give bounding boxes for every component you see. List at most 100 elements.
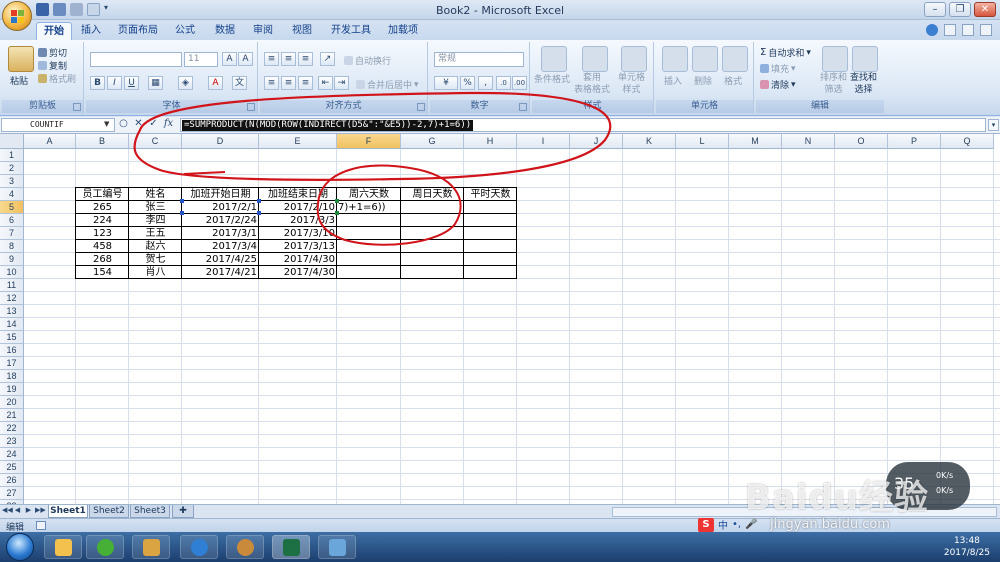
table-cell[interactable]: 王五 [129,227,182,240]
percent-button[interactable]: % [460,76,475,90]
tab-addins[interactable]: 加载项 [383,22,423,40]
table-cell[interactable]: 2017/3/10 [259,227,337,240]
align-middle-button[interactable]: ≡ [281,52,296,66]
delete-cells-icon[interactable] [692,46,718,72]
paste-icon[interactable] [8,46,34,72]
paste-button[interactable]: 粘贴 [10,74,28,87]
table-cell[interactable]: 赵六 [129,240,182,253]
row-header-10[interactable]: 10 [0,266,24,279]
taskbar-explorer[interactable] [132,535,170,559]
decrease-decimal-button[interactable]: .00 [512,76,527,90]
cell-styles-button[interactable]: 单元格 样式 [618,72,645,96]
first-sheet-icon[interactable]: ◀◀ [2,506,13,514]
bold-button[interactable]: B [90,76,105,90]
table-cell[interactable]: 2017/3/13 [259,240,337,253]
range-handle[interactable] [180,199,184,203]
table-cell[interactable]: 2017/3/3 [259,214,337,227]
table-header-cell[interactable]: 员工编号 [76,188,129,201]
table-cell[interactable]: 458 [76,240,129,253]
font-launcher[interactable] [247,103,255,111]
name-box-dropdown-icon[interactable]: ▼ [104,120,109,128]
wrap-text-button[interactable]: 自动换行 [344,54,391,67]
table-header-cell[interactable]: 姓名 [129,188,182,201]
tab-view[interactable]: 视图 [287,22,317,40]
column-header-G[interactable]: G [401,134,464,149]
row-header-1[interactable]: 1 [0,149,24,162]
tab-insert[interactable]: 插入 [76,22,106,40]
insert-function-button[interactable]: fx [162,118,175,129]
font-size-combo[interactable]: 11 [184,52,218,67]
sogou-icon[interactable]: S [698,517,714,532]
cancel-icon[interactable]: ✕ [132,118,145,129]
table-cell[interactable]: 268 [76,253,129,266]
column-header-K[interactable]: K [623,134,676,149]
sheet-tab-3[interactable]: Sheet3 [130,505,170,518]
row-header-2[interactable]: 2 [0,162,24,175]
font-name-combo[interactable] [90,52,182,67]
taskbar-app[interactable] [318,535,356,559]
ime-mode[interactable]: 中 [718,517,728,532]
currency-button[interactable]: ¥ [434,76,458,90]
table-cell[interactable]: 2017/2/1 [182,201,259,214]
ribbon-close-icon[interactable] [980,24,992,36]
row-header-23[interactable]: 23 [0,435,24,448]
phonetic-button[interactable]: 文 [232,76,247,90]
number-launcher[interactable] [519,103,527,111]
minimize-button[interactable]: – [924,2,946,17]
column-header-D[interactable]: D [182,134,259,149]
office-button[interactable] [2,1,32,31]
table-cell[interactable]: 2017/3/4 [182,240,259,253]
format-as-table-icon[interactable] [582,46,608,72]
row-header-19[interactable]: 19 [0,383,24,396]
name-box[interactable]: COUNTIF [1,118,115,132]
insert-sheet-icon[interactable]: ✚ [172,505,194,518]
table-cell[interactable]: 肖八 [129,266,182,279]
column-header-L[interactable]: L [676,134,729,149]
row-header-11[interactable]: 11 [0,279,24,292]
ime-punct-icon[interactable]: •, [732,519,741,530]
row-header-25[interactable]: 25 [0,461,24,474]
sheet-tab-2[interactable]: Sheet2 [89,505,129,518]
table-cell[interactable]: 265 [76,201,129,214]
format-painter-button[interactable]: 格式刷 [38,72,76,85]
table-cell[interactable]: 2017/4/30 [259,253,337,266]
column-header-C[interactable]: C [129,134,182,149]
conditional-format-icon[interactable] [541,46,567,72]
column-header-F[interactable]: F [337,134,401,149]
grow-font-button[interactable]: A [222,52,237,66]
select-all-corner[interactable] [0,134,24,149]
column-header-B[interactable]: B [76,134,129,149]
column-header-H[interactable]: H [464,134,517,149]
row-header-21[interactable]: 21 [0,409,24,422]
row-header-12[interactable]: 12 [0,292,24,305]
table-cell[interactable]: 2017/3/1 [182,227,259,240]
borders-button[interactable]: ▦ [148,76,163,90]
increase-decimal-button[interactable]: .0 [496,76,511,90]
row-header-13[interactable]: 13 [0,305,24,318]
number-format-combo[interactable]: 常规 [434,52,524,67]
table-cell[interactable]: 123 [76,227,129,240]
ribbon-restore-icon[interactable] [962,24,974,36]
taskbar-clock[interactable]: 13:48 2017/8/25 [944,535,990,559]
editing-cell[interactable]: 7)+1=6)) [337,201,401,214]
decrease-indent-button[interactable]: ⇤ [318,76,333,90]
row-header-24[interactable]: 24 [0,448,24,461]
increase-indent-button[interactable]: ⇥ [334,76,349,90]
enter-icon[interactable]: ✓ [147,118,160,129]
range-handle[interactable] [257,211,261,215]
tab-page-layout[interactable]: 页面布局 [113,22,163,40]
fill-button[interactable]: 填充 ▾ [760,62,796,75]
insert-cells-button[interactable]: 插入 [664,74,682,87]
cell-styles-icon[interactable] [621,46,647,72]
column-header-P[interactable]: P [888,134,941,149]
row-header-27[interactable]: 27 [0,487,24,500]
formula-expand-icon[interactable]: ▾ [988,119,999,131]
taskbar-excel[interactable] [272,535,310,559]
table-header-cell[interactable]: 周日天数 [401,188,464,201]
table-cell[interactable]: 2017/4/30 [259,266,337,279]
worksheet-grid[interactable]: A B C D E F G H I J K L M N O P Q 1 2 3 4 5 6 7 8 9 10 11 12 13 14 15 16… [0,134,1000,504]
align-center-button[interactable]: ≡ [281,76,296,90]
row-header-6[interactable]: 6 [0,214,24,227]
align-top-button[interactable]: ≡ [264,52,279,66]
sort-filter-button[interactable]: 排序和 筛选 [820,72,847,96]
